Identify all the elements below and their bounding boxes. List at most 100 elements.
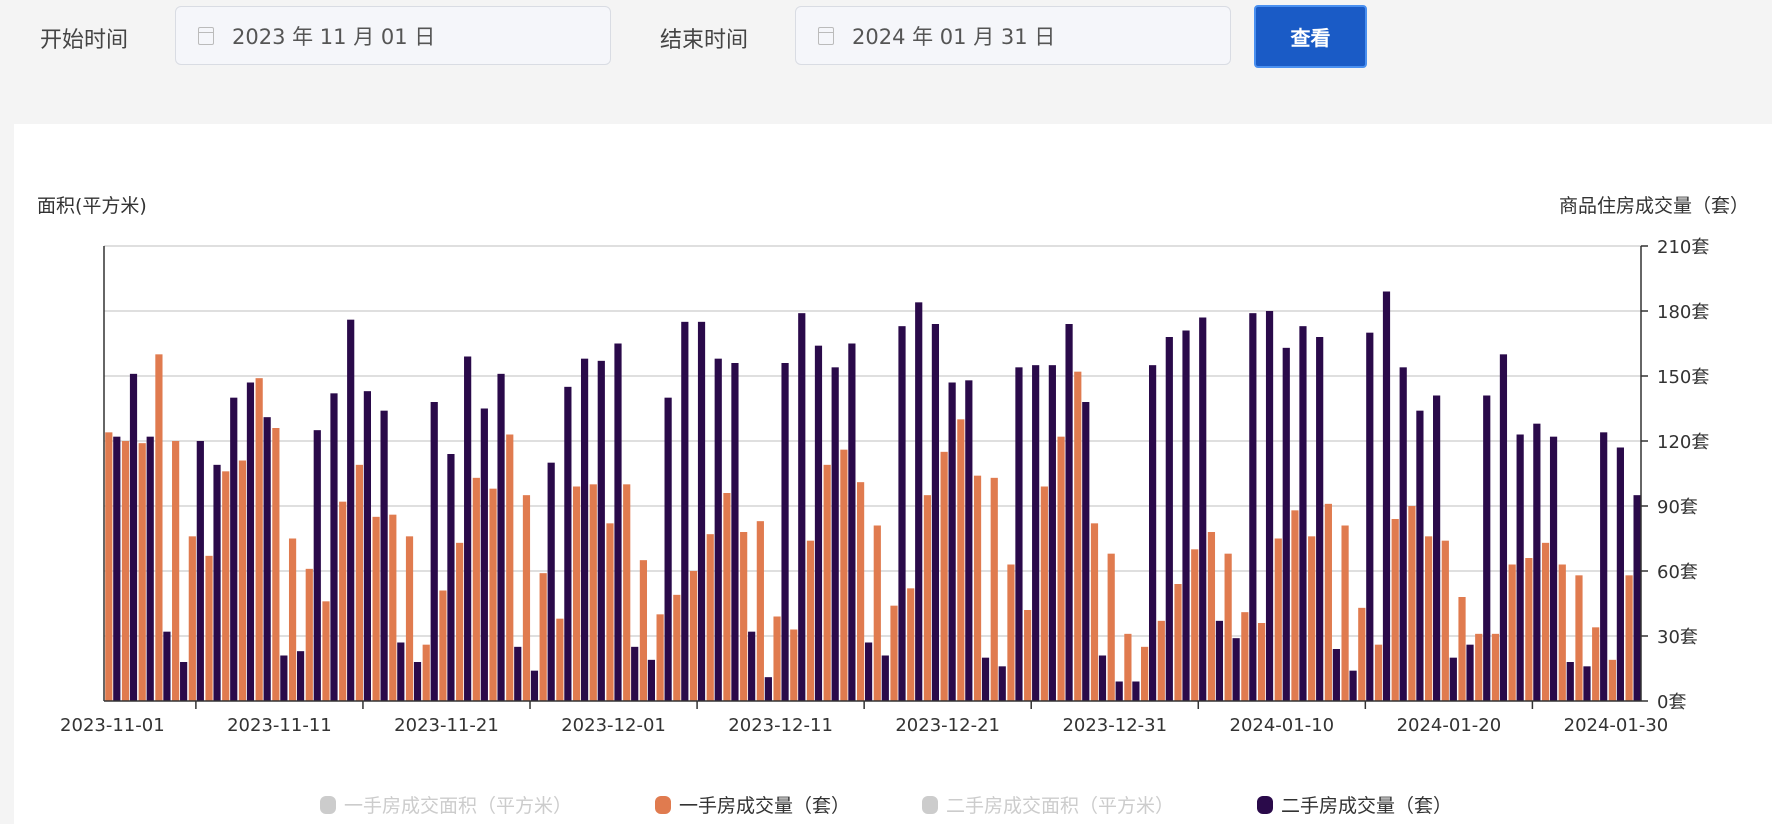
bar-new-home-count[interactable]: [1174, 584, 1182, 701]
bar-new-home-count[interactable]: [272, 428, 280, 701]
bar-second-hand-count[interactable]: [1098, 655, 1107, 702]
bar-second-hand-count[interactable]: [1416, 410, 1424, 701]
bar-second-hand-count[interactable]: [781, 363, 789, 701]
bar-second-hand-count[interactable]: [1232, 638, 1240, 701]
bar-second-hand-count[interactable]: [1600, 432, 1608, 701]
bar-second-hand-count[interactable]: [1282, 347, 1290, 701]
bar-new-home-count[interactable]: [105, 432, 113, 701]
bar-new-home-count[interactable]: [305, 568, 313, 701]
bar-new-home-count[interactable]: [288, 538, 297, 702]
bar-second-hand-count[interactable]: [313, 430, 321, 701]
bar-new-home-count[interactable]: [255, 378, 263, 701]
bar-new-home-count[interactable]: [1107, 553, 1115, 701]
bar-second-hand-count[interactable]: [1149, 365, 1157, 701]
bar-second-hand-count[interactable]: [397, 642, 405, 702]
bar-second-hand-count[interactable]: [1215, 620, 1224, 701]
bar-second-hand-count[interactable]: [831, 367, 839, 701]
bar-new-home-count[interactable]: [1007, 564, 1015, 702]
bar-new-home-count[interactable]: [706, 534, 714, 701]
bar-second-hand-count[interactable]: [564, 386, 572, 701]
bar-second-hand-count[interactable]: [1165, 337, 1173, 701]
bar-new-home-count[interactable]: [1257, 623, 1266, 701]
bar-second-hand-count[interactable]: [1299, 326, 1307, 701]
bar-second-hand-count[interactable]: [464, 356, 472, 702]
bar-second-hand-count[interactable]: [1332, 649, 1340, 701]
bar-new-home-count[interactable]: [138, 443, 146, 701]
bar-second-hand-count[interactable]: [180, 662, 188, 701]
bar-new-home-count[interactable]: [205, 555, 213, 701]
bar-new-home-count[interactable]: [823, 464, 831, 701]
bar-new-home-count[interactable]: [1391, 519, 1399, 701]
bar-new-home-count[interactable]: [1090, 523, 1099, 701]
bar-second-hand-count[interactable]: [1115, 681, 1123, 702]
bar-second-hand-count[interactable]: [1349, 670, 1357, 701]
bar-new-home-count[interactable]: [556, 618, 564, 701]
bar-second-hand-count[interactable]: [213, 464, 221, 701]
bar-new-home-count[interactable]: [1475, 633, 1483, 701]
bar-new-home-count[interactable]: [773, 616, 781, 702]
bar-new-home-count[interactable]: [472, 477, 480, 701]
legend-item[interactable]: 一手房成交量（套）: [655, 795, 850, 817]
bar-new-home-count[interactable]: [1408, 506, 1416, 701]
bar-second-hand-count[interactable]: [1032, 365, 1040, 701]
bar-new-home-count[interactable]: [790, 629, 798, 702]
bar-new-home-count[interactable]: [172, 441, 180, 701]
bar-second-hand-count[interactable]: [380, 410, 388, 701]
bar-new-home-count[interactable]: [1458, 597, 1466, 701]
bar-new-home-count[interactable]: [1124, 633, 1132, 701]
bar-new-home-count[interactable]: [1374, 644, 1383, 701]
bar-new-home-count[interactable]: [1241, 612, 1249, 701]
bar-second-hand-count[interactable]: [163, 631, 171, 701]
bar-new-home-count[interactable]: [1191, 549, 1199, 701]
bar-second-hand-count[interactable]: [1449, 657, 1457, 701]
bar-new-home-count[interactable]: [1558, 564, 1566, 702]
bar-new-home-count[interactable]: [489, 488, 497, 701]
bar-second-hand-count[interactable]: [714, 358, 722, 701]
bar-new-home-count[interactable]: [1425, 536, 1433, 701]
bar-second-hand-count[interactable]: [1499, 354, 1508, 701]
bar-new-home-count[interactable]: [973, 475, 982, 701]
bar-new-home-count[interactable]: [723, 493, 731, 701]
bar-second-hand-count[interactable]: [1199, 317, 1207, 702]
bar-second-hand-count[interactable]: [1516, 434, 1524, 702]
bar-second-hand-count[interactable]: [1015, 367, 1023, 701]
bar-second-hand-count[interactable]: [530, 670, 539, 701]
bar-second-hand-count[interactable]: [931, 324, 940, 701]
bar-second-hand-count[interactable]: [1466, 644, 1474, 701]
bar-new-home-count[interactable]: [1040, 486, 1048, 702]
bar-second-hand-count[interactable]: [330, 393, 338, 701]
bar-new-home-count[interactable]: [1441, 540, 1449, 701]
bar-new-home-count[interactable]: [188, 536, 196, 701]
bar-new-home-count[interactable]: [121, 441, 130, 701]
bar-new-home-count[interactable]: [155, 354, 163, 701]
bar-second-hand-count[interactable]: [1182, 330, 1190, 702]
bar-second-hand-count[interactable]: [1399, 367, 1407, 701]
bar-new-home-count[interactable]: [1141, 646, 1149, 701]
bar-second-hand-count[interactable]: [497, 373, 505, 701]
bar-new-home-count[interactable]: [923, 495, 932, 701]
bar-second-hand-count[interactable]: [1583, 666, 1591, 701]
bar-second-hand-count[interactable]: [697, 321, 706, 701]
bar-second-hand-count[interactable]: [430, 402, 438, 701]
bar-new-home-count[interactable]: [740, 532, 748, 701]
bar-new-home-count[interactable]: [506, 434, 514, 702]
bar-second-hand-count[interactable]: [1433, 395, 1441, 702]
bar-second-hand-count[interactable]: [881, 655, 889, 702]
bar-second-hand-count[interactable]: [196, 441, 204, 701]
bar-new-home-count[interactable]: [907, 588, 915, 701]
bar-new-home-count[interactable]: [856, 482, 865, 701]
bar-new-home-count[interactable]: [1074, 371, 1082, 701]
bar-new-home-count[interactable]: [656, 614, 664, 701]
bar-new-home-count[interactable]: [1541, 542, 1550, 701]
bar-new-home-count[interactable]: [1308, 536, 1316, 701]
bar-second-hand-count[interactable]: [764, 677, 772, 701]
bar-second-hand-count[interactable]: [246, 382, 255, 702]
bar-second-hand-count[interactable]: [848, 343, 856, 702]
bar-second-hand-count[interactable]: [631, 646, 639, 701]
bar-new-home-count[interactable]: [1625, 575, 1633, 701]
bar-second-hand-count[interactable]: [647, 659, 656, 701]
bar-new-home-count[interactable]: [1525, 558, 1533, 701]
bar-new-home-count[interactable]: [405, 536, 414, 701]
bar-new-home-count[interactable]: [238, 460, 247, 702]
bar-second-hand-count[interactable]: [296, 651, 305, 701]
